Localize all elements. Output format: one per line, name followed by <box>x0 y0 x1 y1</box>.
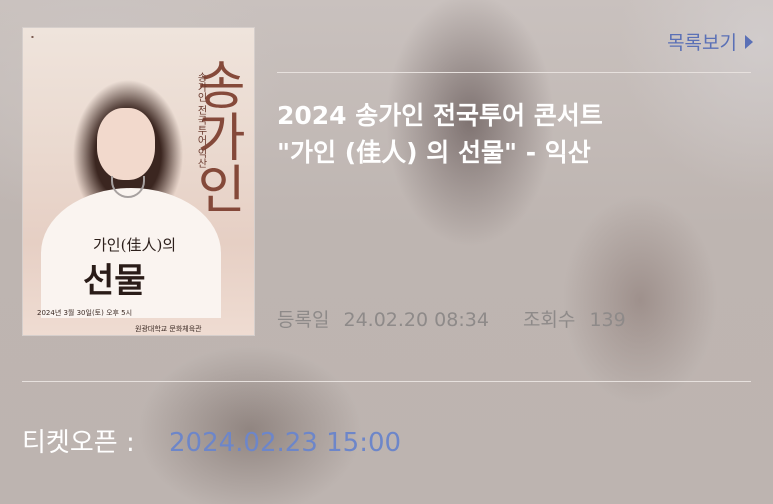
post-title-line1: 2024 송가인 전국투어 콘서트 <box>277 101 603 130</box>
views-value: 139 <box>589 309 626 331</box>
post-title: 2024 송가인 전국투어 콘서트 "가인 (佳人) 의 선물" - 익산 <box>277 97 747 171</box>
poster-side-caption: 송가인 전국투어 익산 <box>195 72 206 169</box>
play-triangle-icon <box>745 34 753 49</box>
views-label: 조회수 <box>522 309 576 331</box>
poster-date: 2024년 3월 30일(토) 오후 5시 <box>37 309 133 317</box>
ticket-open-datetime: 2024.02.23 15:00 <box>168 428 402 458</box>
poster-gift-title: 선물 <box>83 261 146 301</box>
section-divider <box>22 381 751 382</box>
list-view-link[interactable]: 목록보기 <box>667 28 753 55</box>
poster-subtitle: 가인(佳人)의 <box>93 236 177 254</box>
list-view-label: 목록보기 <box>667 32 737 54</box>
post-meta: 등록일 24.02.20 08:34 조회수 139 <box>277 305 634 332</box>
registered-value: 24.02.20 08:34 <box>343 309 489 331</box>
registered-label: 등록일 <box>277 309 330 331</box>
poster-brand-mark: ▪ <box>31 34 34 39</box>
concert-poster-image[interactable]: ▪ 송가인 송가인 전국투어 익산 가인(佳人)의 선물 2024년 3월 30… <box>22 27 255 336</box>
poster-face-shape <box>97 108 155 180</box>
ticket-open-label: 티켓오픈 : <box>22 428 135 458</box>
header-divider <box>277 72 751 73</box>
ticket-open-row: 티켓오픈 : 2024.02.23 15:00 <box>22 422 401 459</box>
concert-detail-page: ▪ 송가인 송가인 전국투어 익산 가인(佳人)의 선물 2024년 3월 30… <box>0 0 773 504</box>
poster-venue: 원광대학교 문화체육관 <box>135 325 202 333</box>
post-title-line2: "가인 (佳人) 의 선물" - 익산 <box>277 138 591 167</box>
